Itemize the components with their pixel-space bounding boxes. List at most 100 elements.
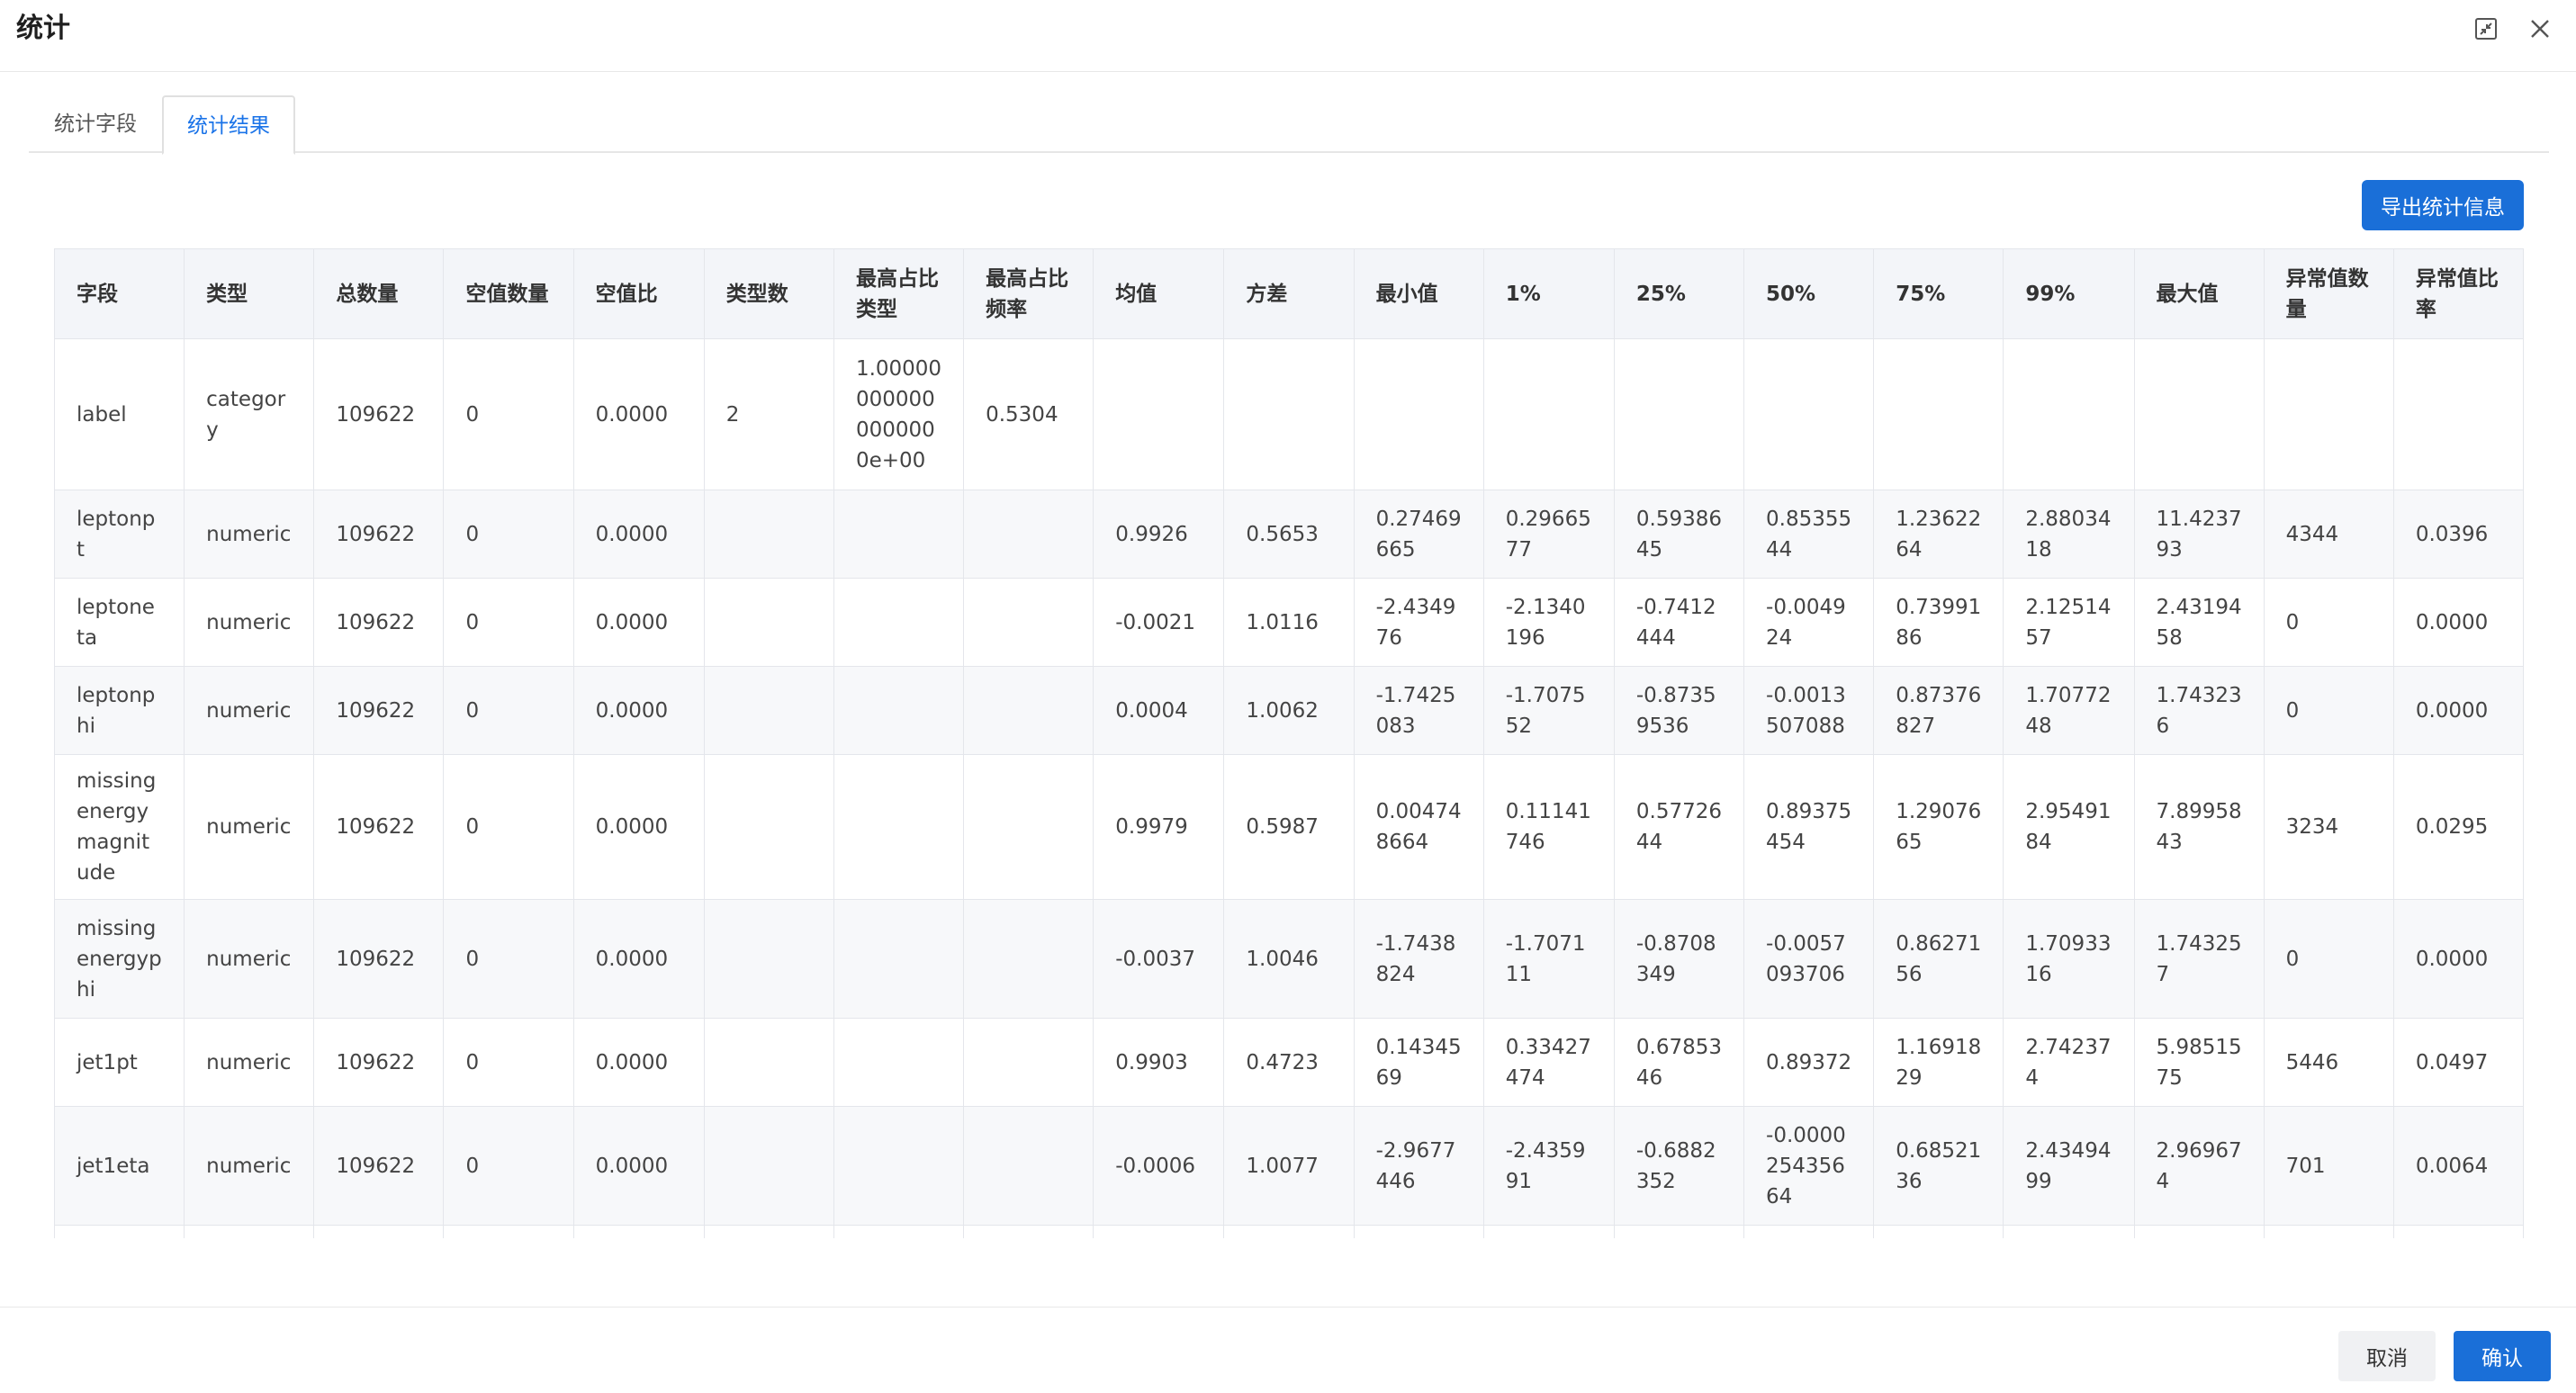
table-cell: 0.0396 <box>2392 490 2524 579</box>
table-cell: 1.7414528 <box>2133 1225 2265 1238</box>
column-header: 字段 <box>54 248 185 339</box>
table-cell <box>703 490 834 579</box>
table-cell: -2.435991 <box>1482 1106 1615 1226</box>
table-cell: 1.2907665 <box>1873 754 2004 900</box>
table-cell: 109622 <box>313 1106 445 1226</box>
table-cell <box>1353 338 1484 490</box>
table-cell <box>2263 338 2394 490</box>
statistics-table-container[interactable]: 字段 类型 总数量 空值数量 空值比 类型数 最高占比类型 最高占比频率 均值 方差 最小值 1% 25… <box>54 248 2524 1238</box>
column-header: 方差 <box>1223 248 1355 339</box>
table-cell <box>833 1106 965 1226</box>
table-cell: -1.7425083 <box>1353 666 1484 755</box>
table-cell: 2 <box>703 338 834 490</box>
table-cell <box>703 1018 834 1107</box>
dialog-footer: 取消 确认 <box>0 1307 2576 1393</box>
table-cell: 0.89372 <box>1743 1018 1875 1107</box>
table-row: missingenergyphi numeric 109622 0 0.0000 -0.0… <box>54 899 2524 1019</box>
tab-bar: 统计字段 统计结果 <box>29 95 2549 155</box>
collapse-icon[interactable] <box>2470 13 2502 45</box>
table-cell: 109622 <box>313 1225 445 1238</box>
table-cell: 0.0000 <box>572 338 705 490</box>
column-header: 最高占比频率 <box>963 248 1094 339</box>
table-cell: 0.0000 <box>572 1225 705 1238</box>
table-cell <box>703 1106 834 1226</box>
table-cell: 1.7054104 <box>2003 1225 2135 1238</box>
cancel-button[interactable]: 取消 <box>2338 1331 2436 1381</box>
table-cell: 0.0000 <box>572 754 705 900</box>
table-cell: 0.0064 <box>2392 1106 2524 1226</box>
table-cell: jet1phi <box>54 1225 185 1238</box>
table-cell: 0.7399186 <box>1873 578 2004 667</box>
table-cell <box>1223 338 1355 490</box>
table-cell: 0.004748664 <box>1353 754 1484 900</box>
table-cell: 109622 <box>313 666 445 755</box>
table-row: leptonphi numeric 109622 0 0.0000 0.0004 1.006… <box>54 666 2524 755</box>
confirm-button[interactable]: 确认 <box>2454 1331 2551 1381</box>
table-cell: 1.0062 <box>1223 666 1355 755</box>
table-cell: 4344 <box>2263 490 2394 579</box>
table-cell <box>833 1018 965 1107</box>
table-cell: 0.008476504 <box>1743 1225 1875 1238</box>
table-cell: 0.87376827 <box>1873 666 2004 755</box>
table-cell: leptonpt <box>54 490 185 579</box>
table-cell: 1.2362264 <box>1873 490 2004 579</box>
table-cell: 11.423793 <box>2133 490 2265 579</box>
table-cell: 0.9926 <box>1093 490 1225 579</box>
column-header: 75% <box>1873 248 2004 339</box>
close-icon[interactable] <box>2524 13 2556 45</box>
table-row: leptoneta numeric 109622 0 0.0000 -0.0021 1.01… <box>54 578 2524 667</box>
column-header: 最大值 <box>2133 248 2265 339</box>
table-cell: missingenergyphi <box>54 899 185 1019</box>
table-cell: 2.9549184 <box>2003 754 2135 900</box>
table-cell: 0.27469665 <box>1353 490 1484 579</box>
table-cell <box>1873 338 2004 490</box>
table-cell: 0 <box>2263 666 2394 755</box>
table-cell: 109622 <box>313 1018 445 1107</box>
table-cell: 0 <box>443 490 574 579</box>
table-cell: 1.7077248 <box>2003 666 2135 755</box>
table-cell: 1.0046 <box>1223 899 1355 1019</box>
table-cell: 1.0116 <box>1223 578 1355 667</box>
table-cell: 2.1251457 <box>2003 578 2135 667</box>
table-cell: 1.0062 <box>1223 1225 1355 1238</box>
table-cell: -2.1340196 <box>1482 578 1615 667</box>
table-cell <box>703 666 834 755</box>
table-cell: 1.000000000000000000e+00 <box>833 338 965 490</box>
table-cell: 0.0000 <box>572 578 705 667</box>
table-cell: 0 <box>443 1106 574 1226</box>
table-cell <box>963 754 1094 900</box>
table-cell <box>963 490 1094 579</box>
dialog-title: 统计 <box>16 13 70 44</box>
table-cell: 0 <box>443 1018 574 1107</box>
table-cell: 0.0000 <box>2392 666 2524 755</box>
table-cell <box>1093 338 1225 490</box>
table-cell: 1.7093316 <box>2003 899 2135 1019</box>
table-cell: 0.0000 <box>572 899 705 1019</box>
tab-statistic-fields[interactable]: 统计字段 <box>29 95 162 153</box>
table-row: jet1eta numeric 109622 0 0.0000 -0.0006 1.0077… <box>54 1106 2524 1226</box>
table-cell: 0.4723 <box>1223 1018 1355 1107</box>
table-cell: 0.11141746 <box>1482 754 1615 900</box>
table-cell: numeric <box>184 578 315 667</box>
column-header: 空值比 <box>572 248 705 339</box>
table-cell: 0.0000 <box>2392 899 2524 1019</box>
table-cell: -0.8708349 <box>1613 899 1745 1019</box>
column-header: 均值 <box>1093 248 1225 339</box>
column-header: 最高占比类型 <box>833 248 965 339</box>
table-cell: 0.9979 <box>1093 754 1225 900</box>
table-cell: 0 <box>443 666 574 755</box>
export-statistics-button[interactable]: 导出统计信息 <box>2362 180 2524 230</box>
table-cell <box>2133 338 2265 490</box>
table-row: jet1pt numeric 109622 0 0.0000 0.9903 0.4723 0.… <box>54 1018 2524 1107</box>
table-cell: 2.8803418 <box>2003 490 2135 579</box>
statistics-table: 字段 类型 总数量 空值数量 空值比 类型数 最高占比类型 最高占比频率 均值 方差 最小值 1% 25… <box>54 248 2524 1238</box>
table-cell: 0.5938645 <box>1613 490 1745 579</box>
tab-statistic-results[interactable]: 统计结果 <box>162 95 295 155</box>
table-cell <box>963 899 1094 1019</box>
table-cell: 1.743257 <box>2133 899 2265 1019</box>
table-cell <box>833 899 965 1019</box>
table-cell: 0.0295 <box>2392 754 2524 900</box>
column-header: 类型数 <box>703 248 834 339</box>
table-cell: 0 <box>443 578 574 667</box>
table-cell: 5446 <box>2263 1018 2394 1107</box>
